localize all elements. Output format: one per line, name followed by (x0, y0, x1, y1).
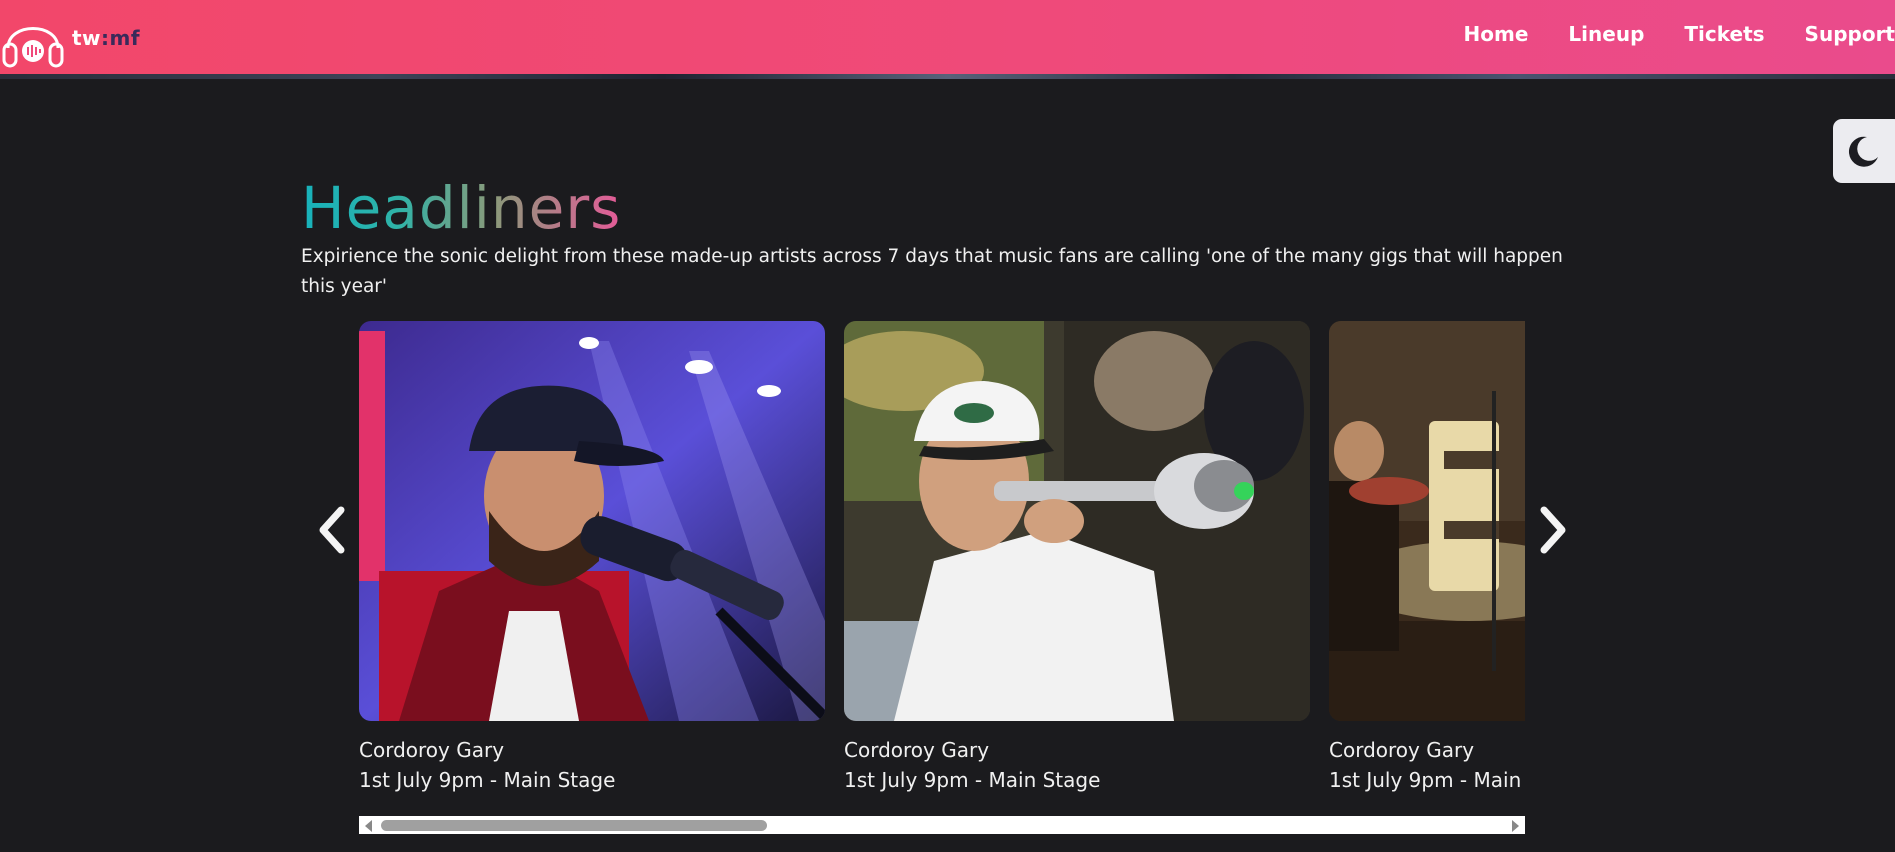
artist-photo-trumpet (844, 321, 1310, 721)
artist-name: Cordoroy Gary (844, 738, 990, 762)
artist-time: 1st July 9pm - Main Stage (1329, 768, 1525, 792)
nav-link-home[interactable]: Home (1464, 22, 1529, 46)
scroll-left-arrow-icon[interactable] (365, 820, 372, 832)
artist-time: 1st July 9pm - Main Stage (844, 768, 1101, 792)
artist-card[interactable]: Cordoroy Gary 1st July 9pm - Main Stage (844, 321, 1310, 795)
headliners-title: Headliners (301, 174, 622, 242)
nav-link-tickets[interactable]: Tickets (1684, 22, 1764, 46)
artist-card[interactable]: Cordoroy Gary 1st July 9pm - Main Stage (1329, 321, 1525, 795)
brand-logo[interactable]: tw:mf (0, 6, 140, 74)
carousel-prev-button[interactable] (311, 500, 351, 560)
brand-name: tw:mf (72, 26, 141, 50)
artist-photo-band (1329, 321, 1525, 721)
chevron-right-icon (1534, 506, 1574, 564)
artist-name: Cordoroy Gary (359, 738, 505, 762)
artist-photo-singer (359, 321, 825, 721)
headliners-carousel[interactable]: Cordoroy Gary 1st July 9pm - Main Stage (359, 321, 1525, 796)
artist-name: Cordoroy Gary (1329, 738, 1475, 762)
hero-image-edge (0, 74, 1895, 79)
nav-link-lineup[interactable]: Lineup (1568, 22, 1644, 46)
scrollbar-thumb[interactable] (381, 820, 767, 831)
chevron-left-icon (311, 506, 351, 564)
nav-link-support[interactable]: Support (1805, 22, 1895, 46)
carousel-next-button[interactable] (1534, 500, 1574, 560)
artist-card[interactable]: Cordoroy Gary 1st July 9pm - Main Stage (359, 321, 825, 795)
headphones-icon (0, 6, 66, 74)
navbar: tw:mf Home Lineup Tickets Support (0, 0, 1895, 77)
carousel-scrollbar[interactable] (359, 816, 1525, 834)
theme-toggle-button[interactable] (1833, 119, 1895, 183)
artist-time: 1st July 9pm - Main Stage (359, 768, 616, 792)
main-nav: Home Lineup Tickets Support (1424, 22, 1895, 46)
scroll-right-arrow-icon[interactable] (1512, 820, 1519, 832)
headliners-description: Expirience the sonic delight from these … (301, 246, 1563, 297)
